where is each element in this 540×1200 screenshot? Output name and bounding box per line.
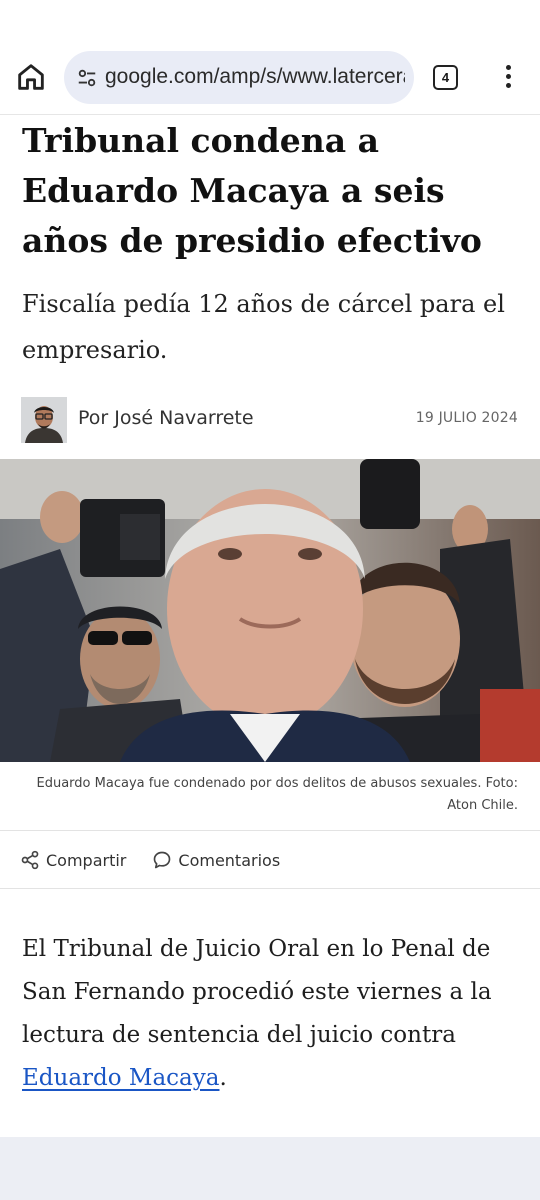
publish-date: 19 JULIO 2024 xyxy=(415,410,518,426)
comments-label: Comentarios xyxy=(178,850,281,870)
author-name[interactable]: Por José Navarrete xyxy=(78,407,254,429)
comments-button[interactable]: Comentarios xyxy=(152,850,280,870)
url-text[interactable]: google.com/amp/s/www.latercera.com xyxy=(105,65,405,89)
article-photo xyxy=(0,459,540,762)
status-bar xyxy=(0,0,540,40)
share-label: Compartir xyxy=(46,850,127,870)
divider xyxy=(0,888,540,889)
browser-toolbar: google.com/amp/s/www.latercera.com 4 xyxy=(0,40,540,115)
share-button[interactable]: Compartir xyxy=(20,850,126,870)
article-actions: Compartir Comentarios xyxy=(20,845,306,875)
tab-switcher-icon[interactable]: 4 xyxy=(433,65,458,90)
photo-caption: Eduardo Macaya fue condenado por dos del… xyxy=(36,776,518,813)
article-subheadline: Fiscalía pedía 12 años de cárcel para el… xyxy=(22,290,505,364)
footer-band xyxy=(0,1137,540,1200)
home-button[interactable] xyxy=(14,60,48,94)
more-menu-icon[interactable] xyxy=(498,63,518,93)
author-avatar[interactable] xyxy=(21,397,67,443)
body-tail: . xyxy=(219,1065,227,1091)
comment-icon xyxy=(154,851,171,869)
body-text: El Tribunal de Juicio Oral en lo Penal d… xyxy=(22,936,492,1048)
share-icon xyxy=(21,850,39,870)
address-bar[interactable]: google.com/amp/s/www.latercera.com xyxy=(64,51,414,104)
home-icon xyxy=(18,64,44,90)
article-body-paragraph: El Tribunal de Juicio Oral en lo Penal d… xyxy=(22,928,522,1100)
site-settings-icon[interactable] xyxy=(76,67,98,89)
divider xyxy=(0,830,540,831)
article-headline: Tribunal condena a Eduardo Macaya a seis… xyxy=(22,121,482,260)
person-link[interactable]: Eduardo Macaya xyxy=(22,1065,219,1091)
